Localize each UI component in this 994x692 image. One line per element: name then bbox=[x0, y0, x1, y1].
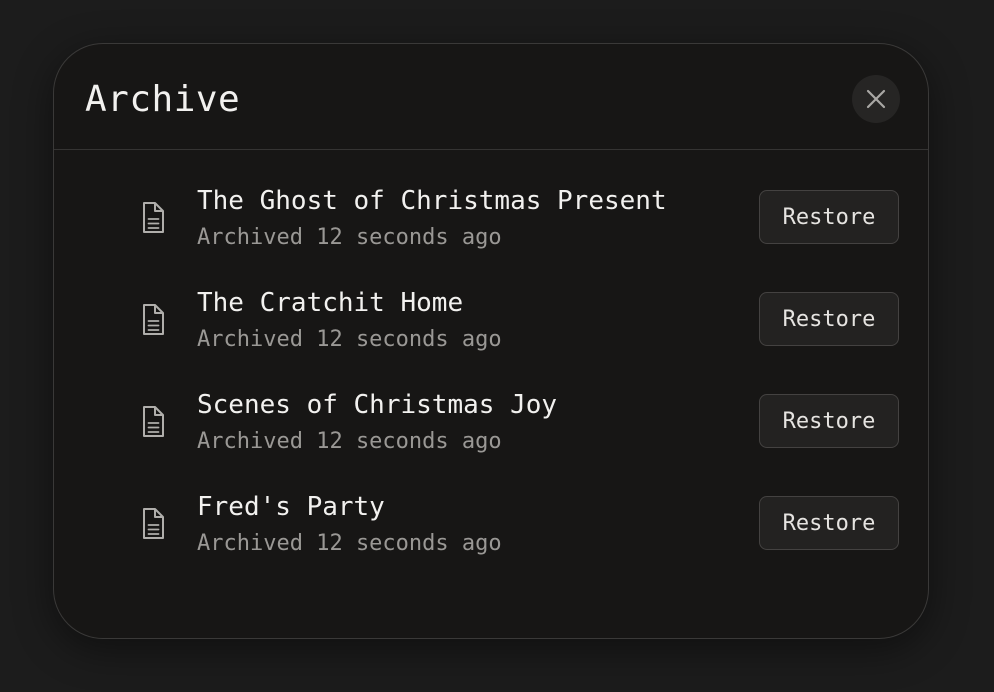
item-title: The Cratchit Home bbox=[197, 288, 464, 318]
close-icon bbox=[866, 89, 886, 109]
restore-button[interactable]: Restore bbox=[759, 190, 899, 244]
document-icon bbox=[143, 508, 164, 539]
document-icon bbox=[143, 406, 164, 437]
item-archived-time: Archived 12 seconds ago bbox=[197, 531, 502, 556]
list-item: The Cratchit Home Archived 12 seconds ag… bbox=[54, 252, 928, 354]
list-item: The Ghost of Christmas Present Archived … bbox=[54, 150, 928, 252]
document-icon bbox=[143, 202, 164, 233]
restore-button[interactable]: Restore bbox=[759, 292, 899, 346]
close-button[interactable] bbox=[852, 75, 900, 123]
item-title: Scenes of Christmas Joy bbox=[197, 390, 558, 420]
item-title: The Ghost of Christmas Present bbox=[197, 186, 667, 216]
item-archived-time: Archived 12 seconds ago bbox=[197, 429, 502, 454]
restore-button[interactable]: Restore bbox=[759, 496, 899, 550]
restore-button[interactable]: Restore bbox=[759, 394, 899, 448]
dialog-header: Archive bbox=[54, 44, 928, 150]
list-item: Scenes of Christmas Joy Archived 12 seco… bbox=[54, 354, 928, 456]
document-icon bbox=[143, 304, 164, 335]
item-title: Fred's Party bbox=[197, 492, 385, 522]
archive-dialog: Archive The Ghost of Christmas Present A… bbox=[53, 43, 929, 639]
item-archived-time: Archived 12 seconds ago bbox=[197, 225, 502, 250]
list-item: Fred's Party Archived 12 seconds ago Res… bbox=[54, 456, 928, 558]
item-archived-time: Archived 12 seconds ago bbox=[197, 327, 502, 352]
dialog-title: Archive bbox=[85, 79, 241, 120]
